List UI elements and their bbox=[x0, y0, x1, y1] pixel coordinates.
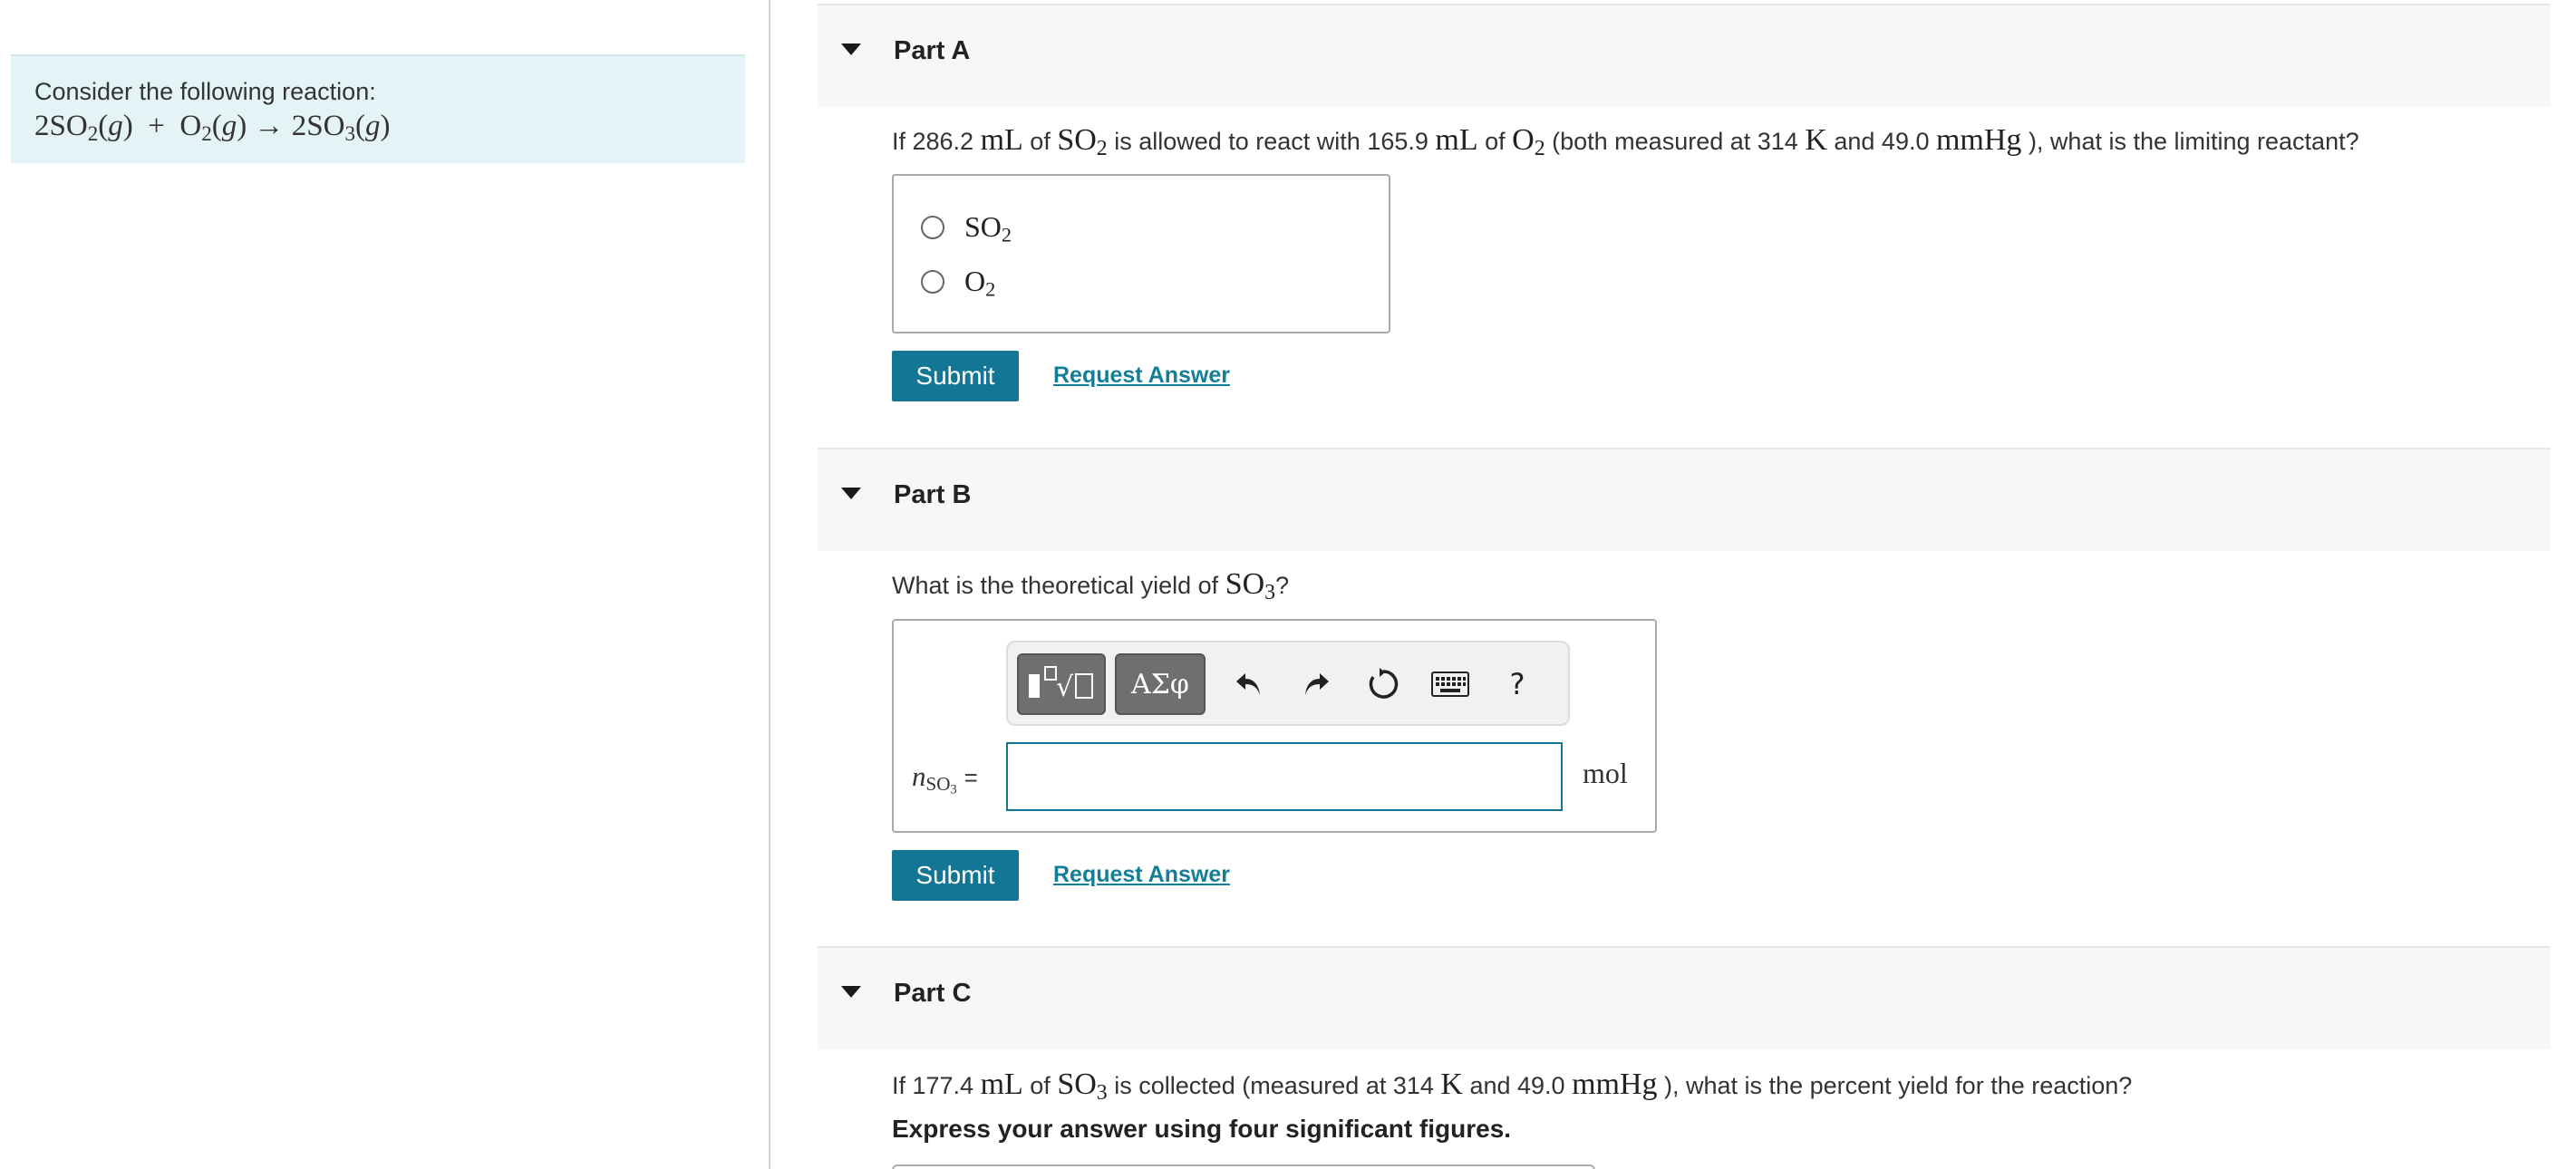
templates-button[interactable]: √ bbox=[1017, 653, 1106, 715]
coef: 2 bbox=[34, 110, 50, 142]
part-a-submit-button[interactable]: Submit bbox=[892, 351, 1019, 401]
redo-icon[interactable] bbox=[1289, 653, 1343, 715]
subscript: 2 bbox=[1096, 136, 1108, 160]
q-text: is allowed to react with 165.9 bbox=[1107, 128, 1436, 155]
unit: mmHg bbox=[1572, 1068, 1658, 1101]
choice-o2[interactable]: O2 bbox=[921, 265, 996, 301]
part-b-request-answer-link[interactable]: Request Answer bbox=[1053, 862, 1230, 888]
svg-text:√: √ bbox=[1056, 671, 1074, 703]
part-c-header[interactable]: Part C bbox=[818, 946, 2551, 1049]
var-subscript: SO bbox=[925, 773, 951, 796]
templates-icon: √ bbox=[1029, 666, 1093, 703]
equals-sign: = bbox=[964, 764, 978, 791]
q-text: and 49.0 bbox=[1826, 128, 1936, 155]
reset-icon[interactable] bbox=[1356, 653, 1410, 715]
collapse-caret-icon[interactable] bbox=[841, 986, 861, 998]
part-c-question: If 177.4 mL of SO3 is collected (measure… bbox=[892, 1068, 2133, 1104]
part-a-header[interactable]: Part A bbox=[818, 4, 2551, 107]
q-text: If 286.2 bbox=[892, 128, 981, 155]
q-text: and 49.0 bbox=[1462, 1072, 1573, 1099]
q-text: of bbox=[1477, 128, 1513, 155]
reaction-equation: 2SO2(g) + O2(g) → 2SO3(g) bbox=[34, 110, 391, 145]
collapse-caret-icon[interactable] bbox=[841, 43, 861, 55]
q-text: ), what is the limiting reactant? bbox=[2021, 128, 2359, 155]
greek-symbols-button[interactable]: ΑΣφ bbox=[1115, 653, 1206, 715]
unit: mL bbox=[980, 1068, 1023, 1101]
help-icon[interactable]: ? bbox=[1490, 653, 1545, 715]
formula: SO2 bbox=[1057, 123, 1108, 160]
choice-label: SO2 bbox=[964, 210, 1012, 246]
q-text: What is the theoretical yield of bbox=[892, 572, 1225, 599]
part-b-question: What is the theoretical yield of SO3? bbox=[892, 567, 1290, 604]
answer-unit: mol bbox=[1583, 757, 1628, 789]
part-a-question: If 286.2 mL of SO2 is allowed to react w… bbox=[892, 123, 2359, 160]
state: g bbox=[108, 110, 123, 142]
answer-variable-label: nSO3 = bbox=[912, 760, 978, 797]
unit: K bbox=[1440, 1068, 1463, 1101]
var-sub-digit: 3 bbox=[950, 782, 957, 797]
formula-text: SO bbox=[964, 210, 1002, 243]
subscript: 3 bbox=[1096, 1080, 1108, 1105]
part-b-title: Part B bbox=[894, 480, 972, 509]
formula: SO3 bbox=[1225, 567, 1276, 604]
q-text: ? bbox=[1275, 572, 1290, 599]
subscript: 2 bbox=[985, 277, 996, 301]
part-b-header[interactable]: Part B bbox=[818, 448, 2551, 551]
part-a-title: Part A bbox=[894, 36, 971, 65]
context-pane: Consider the following reaction: 2SO2(g)… bbox=[0, 0, 769, 1169]
formula: O bbox=[179, 110, 202, 142]
formula-text: O bbox=[1512, 123, 1535, 157]
keyboard-icon[interactable] bbox=[1423, 653, 1477, 715]
answer-box: √ ΑΣφ ? nSO3 = mol bbox=[892, 619, 1657, 833]
formula-text: SO bbox=[1057, 123, 1097, 157]
formula-text: SO bbox=[1225, 567, 1265, 601]
undo-icon[interactable] bbox=[1222, 653, 1276, 715]
radio-button[interactable] bbox=[921, 215, 944, 239]
formula: SO bbox=[306, 110, 345, 142]
q-text: ), what is the percent yield for the rea… bbox=[1657, 1072, 2133, 1099]
subscript: 3 bbox=[1264, 580, 1276, 604]
state: g bbox=[221, 110, 237, 142]
formula: SO3 bbox=[1057, 1068, 1107, 1104]
radio-button[interactable] bbox=[921, 269, 944, 294]
parts-pane: Part A If 286.2 mL of SO2 is allowed to … bbox=[818, 0, 2558, 1169]
choice-so2[interactable]: SO2 bbox=[921, 210, 1012, 246]
q-text: of bbox=[1022, 1072, 1058, 1099]
part-a-request-answer-link[interactable]: Request Answer bbox=[1053, 362, 1230, 389]
q-text: If 177.4 bbox=[892, 1072, 981, 1099]
pane-divider[interactable] bbox=[769, 0, 770, 1169]
part-c-answer-box bbox=[892, 1164, 1595, 1169]
unit: mL bbox=[980, 123, 1023, 157]
unit: mL bbox=[1435, 123, 1478, 157]
subscript: 2 bbox=[201, 121, 212, 145]
answer-input[interactable] bbox=[1006, 742, 1563, 811]
collapse-caret-icon[interactable] bbox=[841, 488, 861, 499]
reaction-context: Consider the following reaction: 2SO2(g)… bbox=[11, 54, 745, 163]
subscript: 2 bbox=[1534, 136, 1545, 160]
part-c-instruction: Express your answer using four significa… bbox=[892, 1115, 1512, 1143]
q-text: of bbox=[1022, 128, 1058, 155]
subscript: 3 bbox=[344, 121, 355, 145]
reaction-arrow: → bbox=[254, 110, 285, 142]
subscript: 2 bbox=[1001, 223, 1012, 246]
context-intro: Consider the following reaction: bbox=[34, 78, 376, 105]
q-text: (both measured at 314 bbox=[1545, 128, 1806, 155]
unit: K bbox=[1805, 123, 1827, 157]
choice-label: O2 bbox=[964, 265, 996, 301]
formula-text: O bbox=[964, 265, 986, 297]
formula-text: SO bbox=[1057, 1068, 1097, 1101]
part-b-submit-button[interactable]: Submit bbox=[892, 850, 1019, 901]
plus-sign: + bbox=[148, 110, 165, 142]
math-toolbar: √ ΑΣφ ? bbox=[1006, 641, 1570, 726]
q-text: is collected (measured at 314 bbox=[1107, 1072, 1441, 1099]
limiting-reactant-choices: SO2 O2 bbox=[892, 174, 1390, 333]
subscript: 2 bbox=[87, 121, 99, 145]
coef: 2 bbox=[291, 110, 307, 142]
formula: SO bbox=[49, 110, 88, 142]
part-c-title: Part C bbox=[894, 979, 972, 1008]
unit: mmHg bbox=[1935, 123, 2022, 157]
formula: O2 bbox=[1512, 123, 1545, 160]
var-symbol: n bbox=[912, 760, 926, 792]
state: g bbox=[364, 110, 381, 142]
